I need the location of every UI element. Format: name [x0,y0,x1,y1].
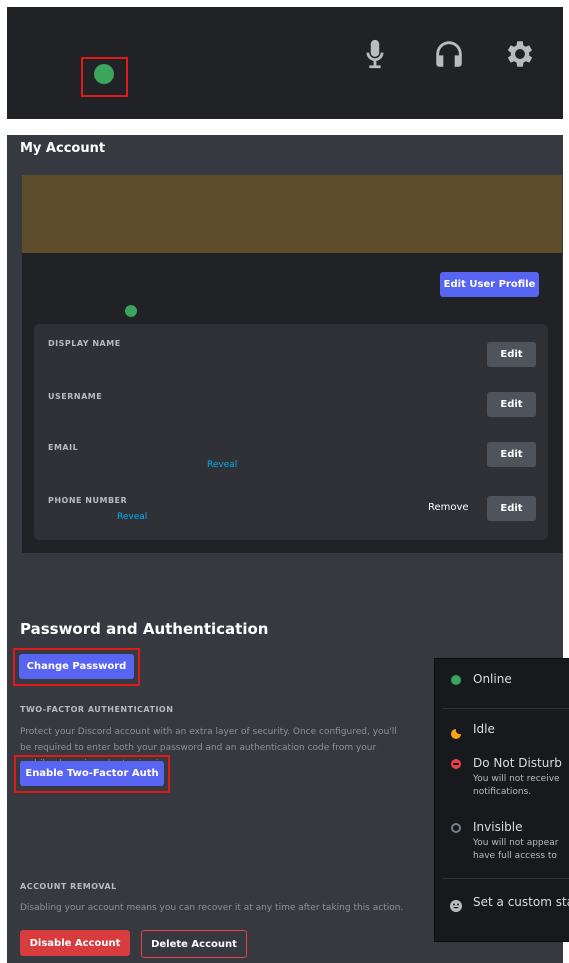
status-idle-item[interactable]: Idle [435,714,569,744]
avatar-status-badge [122,302,140,320]
edit-username-button[interactable]: Edit [487,392,536,417]
edit-user-profile-button[interactable]: Edit User Profile [440,272,539,297]
edit-email-button[interactable]: Edit [487,442,536,467]
profile-banner [22,175,562,253]
headphones-icon[interactable] [432,37,466,71]
gear-icon[interactable] [503,37,537,71]
idle-moon-icon [451,724,461,739]
email-reveal-link[interactable]: Reveal [207,460,237,470]
account-removal-label: ACCOUNT REMOVAL [20,882,117,891]
menu-divider [443,708,569,709]
email-label: EMAIL [48,443,79,452]
highlight-box [14,755,170,793]
highlight-box [13,648,140,686]
username-label: USERNAME [48,392,103,401]
edit-display-name-button[interactable]: Edit [487,342,536,367]
online-status-icon [451,675,461,685]
phone-number-label: PHONE NUMBER [48,496,128,505]
delete-account-button[interactable]: Delete Account [141,930,247,958]
microphone-icon[interactable] [358,37,392,71]
smiley-icon [450,897,462,912]
set-custom-status-item[interactable]: Set a custom sta [435,887,569,919]
dnd-status-icon [451,759,461,769]
two-factor-label: TWO-FACTOR AUTHENTICATION [20,705,174,714]
password-section-title: Password and Authentication [20,620,269,638]
highlight-box [81,57,128,97]
account-info-box [34,324,548,540]
page-title: My Account [20,141,106,156]
disable-account-button[interactable]: Disable Account [20,930,130,956]
status-online-item[interactable]: Online [435,659,569,701]
invisible-status-icon [451,823,461,833]
display-name-label: DISPLAY NAME [48,339,121,348]
phone-reveal-link[interactable]: Reveal [117,512,147,522]
edit-phone-button[interactable]: Edit [487,496,536,521]
status-dnd-item[interactable]: Do Not Disturb You will not receive noti… [435,749,569,799]
account-removal-description: Disabling your account means you can rec… [20,903,404,913]
status-menu: Online Idle Do Not Disturb You will not … [434,658,569,942]
menu-divider [443,878,569,879]
status-invisible-item[interactable]: Invisible You will not appear have full … [435,813,569,863]
remove-phone-button[interactable]: Remove [428,502,469,513]
